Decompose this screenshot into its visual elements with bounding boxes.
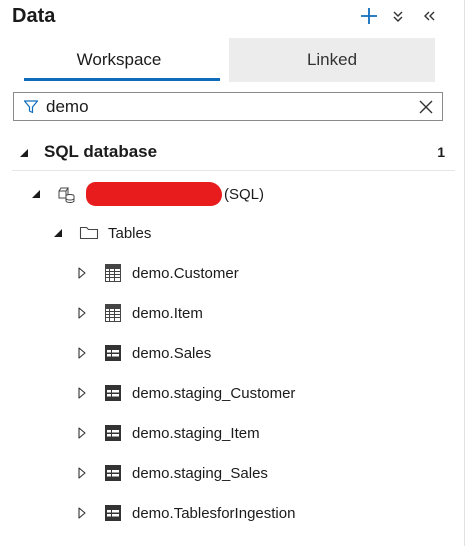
collapse-all-icon[interactable] [387,5,409,27]
external-table-icon [102,463,124,483]
table-row-4[interactable]: demo.staging_Item [76,419,260,447]
clear-search-icon[interactable] [418,99,434,120]
external-table-icon [102,503,124,523]
search-input[interactable] [46,96,406,117]
external-table-icon [102,383,124,403]
collapse-panel-icon[interactable] [418,5,440,27]
table-row-5[interactable]: demo.staging_Sales [76,459,268,487]
search-box [13,92,443,121]
collapsed-arrow-icon[interactable] [76,466,88,480]
database-node[interactable]: (SQL) [30,180,264,208]
expanded-arrow-icon[interactable] [30,187,42,201]
collapsed-arrow-icon[interactable] [76,386,88,400]
table-row-2[interactable]: demo.Sales [76,339,211,367]
panel-title: Data [12,5,56,27]
redacted-name [86,182,222,206]
folder-label: Tables [108,224,152,242]
table-name: demo.Customer [132,264,239,282]
table-icon [102,303,124,323]
table-icon [102,263,124,283]
folder-icon [78,223,100,243]
table-name: demo.TablesforIngestion [132,504,296,522]
table-row-3[interactable]: demo.staging_Customer [76,379,295,407]
table-name: demo.staging_Sales [132,464,268,482]
table-name: demo.staging_Customer [132,384,296,402]
table-name: demo.staging_Item [132,424,260,442]
expanded-arrow-icon[interactable] [18,146,30,164]
collapsed-arrow-icon[interactable] [76,506,88,520]
external-table-icon [102,343,124,363]
tab-bar: Workspace Linked [12,38,435,82]
tab-linked[interactable]: Linked [229,38,435,82]
table-row-6[interactable]: demo.TablesforIngestion [76,499,295,527]
expanded-arrow-icon[interactable] [52,226,64,240]
filter-icon [23,99,39,120]
folder-node-tables[interactable]: Tables [52,219,151,247]
database-icon [56,184,78,204]
section-label: SQL database [44,142,158,161]
database-type-suffix: (SQL) [224,185,265,203]
tab-workspace[interactable]: Workspace [12,38,226,82]
collapsed-arrow-icon[interactable] [76,306,88,320]
table-name: demo.Item [132,304,203,322]
collapsed-arrow-icon[interactable] [76,426,88,440]
table-name: demo.Sales [132,344,212,362]
collapsed-arrow-icon[interactable] [76,266,88,280]
section-sql-database[interactable]: SQL database 1 [12,138,455,171]
section-count: 1 [437,144,445,160]
external-table-icon [102,423,124,443]
table-row-1[interactable]: demo.Item [76,299,203,327]
add-icon[interactable] [358,5,380,27]
table-row-0[interactable]: demo.Customer [76,259,239,287]
collapsed-arrow-icon[interactable] [76,346,88,360]
